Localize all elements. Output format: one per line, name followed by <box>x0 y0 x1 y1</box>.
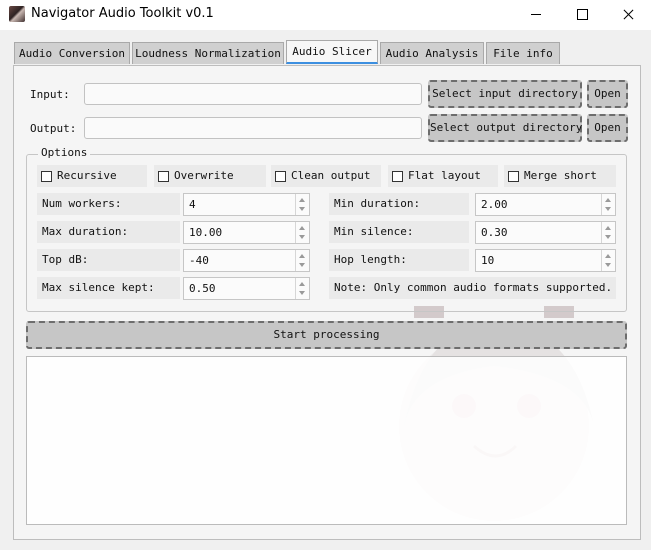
tab-file-info[interactable]: File info <box>486 42 560 64</box>
min-duration-label-cell: Min duration: <box>329 193 469 215</box>
hop-length-label-cell: Hop length: <box>329 249 469 271</box>
open-output-button[interactable]: Open <box>587 114 628 142</box>
clean-output-checkbox[interactable]: Clean output <box>271 165 381 187</box>
merge-short-checkbox[interactable]: Merge short <box>504 165 616 187</box>
select-output-directory-button[interactable]: Select output directory <box>428 114 582 142</box>
spin-up-icon[interactable] <box>605 226 611 230</box>
maximize-icon[interactable] <box>559 0 605 30</box>
overwrite-checkbox[interactable]: Overwrite <box>154 165 266 187</box>
start-processing-button[interactable]: Start processing <box>26 321 627 349</box>
hop-length-spinbox[interactable]: 10 <box>475 249 616 272</box>
spin-down-icon[interactable] <box>299 291 305 295</box>
input-path-field[interactable] <box>84 83 422 105</box>
select-input-directory-button[interactable]: Select input directory <box>428 80 582 108</box>
num-workers-spinbox[interactable]: 4 <box>183 193 310 216</box>
spin-down-icon[interactable] <box>299 263 305 267</box>
max-silence-kept-label-cell: Max silence kept: <box>37 277 180 299</box>
checkbox-box[interactable] <box>508 171 519 182</box>
title-bar: Navigator Audio Toolkit v0.1 <box>0 0 651 30</box>
tab-loudness-normalization[interactable]: Loudness Normalization <box>132 42 284 64</box>
spin-down-icon[interactable] <box>605 235 611 239</box>
tab-audio-analysis[interactable]: Audio Analysis <box>380 42 484 64</box>
spin-down-icon[interactable] <box>299 207 305 211</box>
output-path-field[interactable] <box>84 117 422 139</box>
tab-audio-conversion[interactable]: Audio Conversion <box>14 42 130 64</box>
spin-up-icon[interactable] <box>605 254 611 258</box>
checkbox-box[interactable] <box>158 171 169 182</box>
spin-up-icon[interactable] <box>605 198 611 202</box>
window-title: Navigator Audio Toolkit v0.1 <box>31 6 214 21</box>
note-cell: Note: Only common audio formats supporte… <box>329 277 616 299</box>
recursive-checkbox[interactable]: Recursive <box>37 165 147 187</box>
tab-audio-slicer[interactable]: Audio Slicer <box>286 40 378 64</box>
close-icon[interactable] <box>605 0 651 30</box>
min-silence-spinbox[interactable]: 0.30 <box>475 221 616 244</box>
num-workers-label-cell: Num workers: <box>37 193 180 215</box>
spin-up-icon[interactable] <box>299 254 305 258</box>
min-silence-label-cell: Min silence: <box>329 221 469 243</box>
checkbox-box[interactable] <box>275 171 286 182</box>
spin-up-icon[interactable] <box>299 282 305 286</box>
open-input-button[interactable]: Open <box>587 80 628 108</box>
max-duration-spinbox[interactable]: 10.00 <box>183 221 310 244</box>
log-output-area[interactable] <box>26 356 627 525</box>
minimize-icon[interactable] <box>513 0 559 30</box>
flat-layout-checkbox[interactable]: Flat layout <box>388 165 498 187</box>
spin-up-icon[interactable] <box>299 198 305 202</box>
app-icon <box>9 6 25 22</box>
audio-slicer-pane: Input: Select input directory Open Outpu… <box>13 65 641 540</box>
min-duration-spinbox[interactable]: 2.00 <box>475 193 616 216</box>
checkbox-box[interactable] <box>41 171 52 182</box>
top-db-label-cell: Top dB: <box>37 249 180 271</box>
spin-down-icon[interactable] <box>299 235 305 239</box>
spin-up-icon[interactable] <box>299 226 305 230</box>
top-db-spinbox[interactable]: -40 <box>183 249 310 272</box>
checkbox-box[interactable] <box>392 171 403 182</box>
input-label: Input: <box>30 88 70 101</box>
spin-down-icon[interactable] <box>605 263 611 267</box>
spin-down-icon[interactable] <box>605 207 611 211</box>
formats-note: Note: Only common audio formats supporte… <box>334 281 613 294</box>
max-silence-kept-spinbox[interactable]: 0.50 <box>183 277 310 300</box>
output-label: Output: <box>30 122 77 135</box>
options-title: Options <box>38 146 91 159</box>
max-duration-label-cell: Max duration: <box>37 221 180 243</box>
